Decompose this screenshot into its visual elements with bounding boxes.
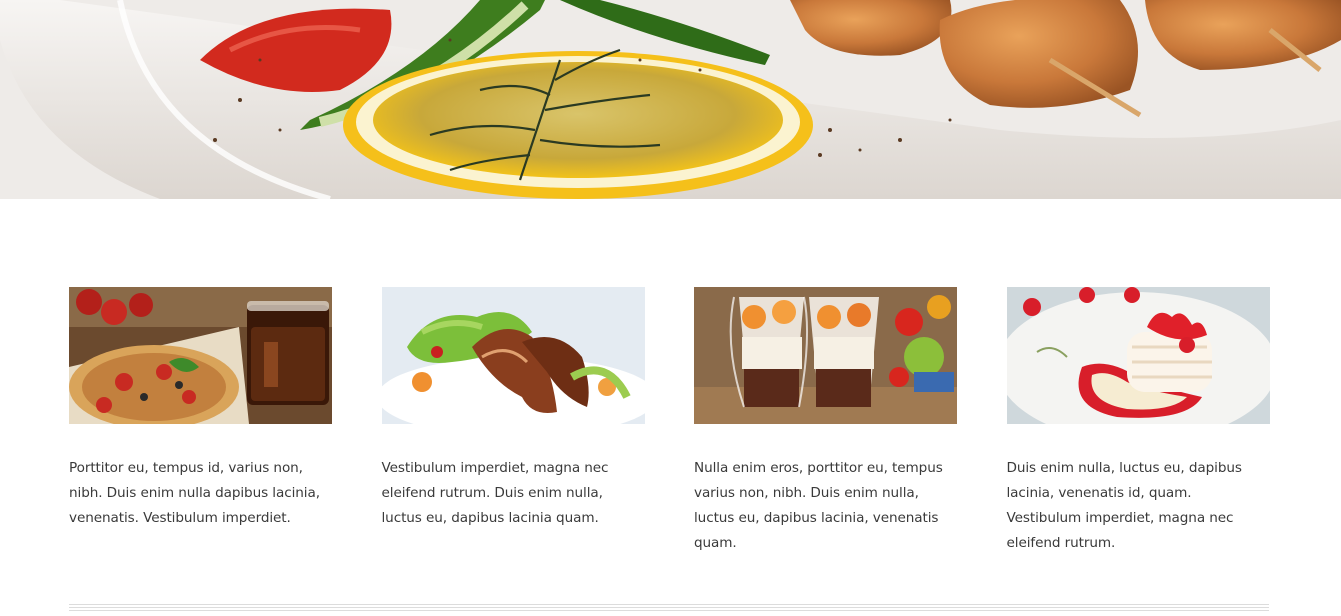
feature-text: Vestibulum imperdiet, magna nec eleifend… xyxy=(381,460,609,526)
feature-card: Vestibulum imperdiet, magna nec eleifend… xyxy=(381,287,645,537)
strawberry-cake-image xyxy=(1006,287,1270,424)
feature-text: Nulla enim eros, porttitor eu, tempus va… xyxy=(694,460,943,551)
grilled-kebab-plate-image xyxy=(0,0,1341,199)
fish-salad-image xyxy=(381,287,645,424)
feature-text: Porttitor eu, tempus id, varius non, nib… xyxy=(69,460,320,526)
feature-card: Duis enim nulla, luctus eu, dapibus laci… xyxy=(1006,287,1270,551)
fruit-parfait-image xyxy=(694,287,957,424)
feature-card: Porttitor eu, tempus id, varius non, nib… xyxy=(69,287,332,537)
section-divider xyxy=(69,604,1269,616)
hero-banner xyxy=(0,0,1341,199)
feature-card: Nulla enim eros, porttitor eu, tempus va… xyxy=(694,287,957,551)
features-row: Porttitor eu, tempus id, varius non, nib… xyxy=(69,287,1270,551)
feature-text: Duis enim nulla, luctus eu, dapibus laci… xyxy=(1006,460,1242,551)
pizza-and-cola-image xyxy=(69,287,332,424)
